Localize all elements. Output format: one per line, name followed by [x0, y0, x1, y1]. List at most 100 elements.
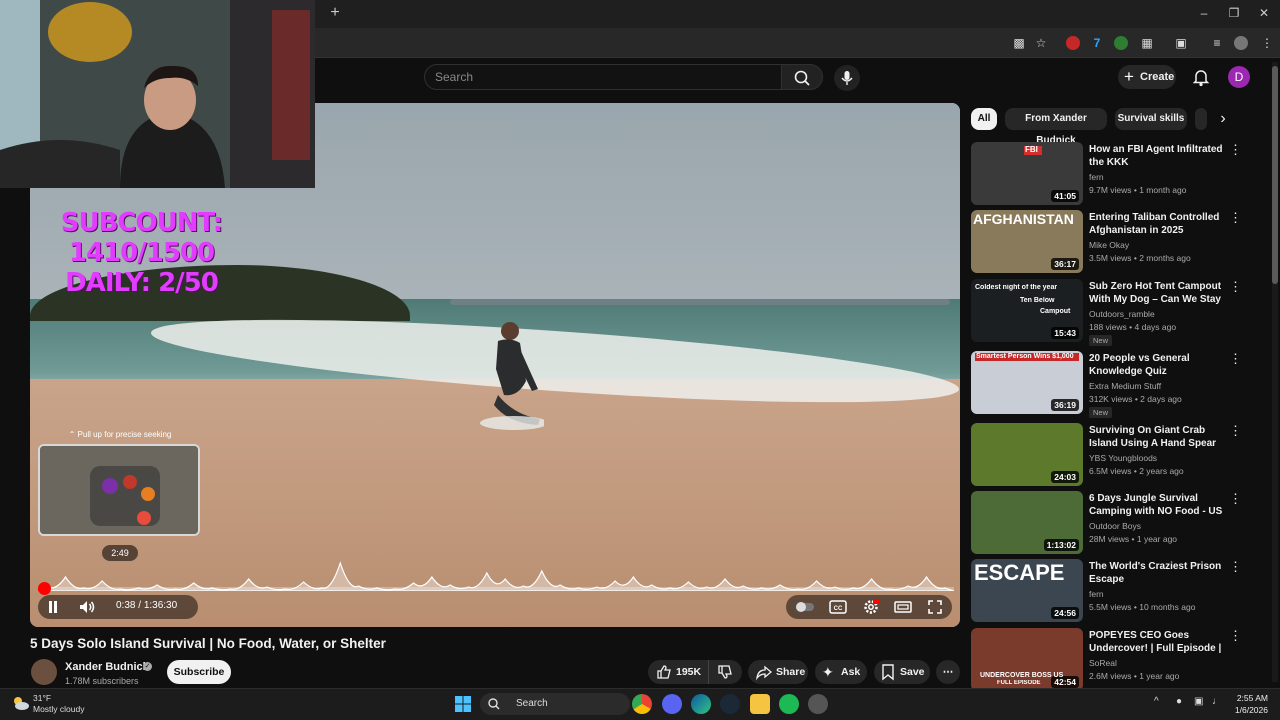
close-icon[interactable]: ✕ [1253, 4, 1275, 22]
spotify-icon[interactable] [779, 694, 799, 714]
app-icon[interactable] [808, 694, 828, 714]
chip-from-channel[interactable]: From Xander Budnick [1005, 108, 1107, 146]
edge-icon[interactable] [691, 694, 711, 714]
rec-more-icon[interactable]: ⋮ [1229, 423, 1242, 439]
file-explorer-icon[interactable] [750, 694, 770, 714]
rec-channel[interactable]: Outdoor Boys [1089, 521, 1141, 531]
minimize-icon[interactable]: – [1193, 4, 1215, 22]
progress-track[interactable] [38, 587, 954, 591]
rec-duration: 24:56 [1051, 607, 1079, 619]
chip-survival-skills[interactable]: Survival skills [1115, 108, 1187, 130]
ask-label: Ask [841, 666, 861, 678]
account-avatar[interactable]: D [1228, 66, 1250, 88]
fullscreen-button[interactable] [925, 597, 945, 617]
display-tray-icon[interactable]: ▣ [1194, 696, 1208, 710]
cast-icon[interactable]: ▩ [1010, 34, 1028, 52]
rec-title[interactable]: POPEYES CEO Goes Undercover! | Full Epis… [1089, 629, 1227, 656]
tray-chevron-up-icon[interactable]: ^ [1154, 696, 1166, 710]
rec-more-icon[interactable]: ⋮ [1229, 210, 1242, 226]
save-label: Save [900, 666, 925, 678]
rec-more-icon[interactable]: ⋮ [1229, 279, 1242, 295]
scrollbar-thumb[interactable] [1272, 66, 1278, 284]
chip-partial[interactable] [1195, 108, 1207, 130]
rec-more-icon[interactable]: ⋮ [1229, 628, 1242, 644]
rec-title[interactable]: Surviving On Giant Crab Island Using A H… [1089, 424, 1227, 450]
chevron-right-icon[interactable]: › [1212, 108, 1234, 130]
thumbs-down-icon [716, 663, 734, 681]
clock-time[interactable]: 2:55 AM [1226, 693, 1268, 703]
extension-blue-icon[interactable]: 7 [1088, 34, 1106, 52]
rec-thumbnail[interactable]: 24:03 [971, 423, 1083, 486]
rec-meta: 3.5M views • 2 months ago [1089, 253, 1191, 263]
weather-temperature: 31°F [33, 693, 52, 703]
rec-more-icon[interactable]: ⋮ [1229, 142, 1242, 158]
time-readout: 0:38 / 1:36:30 [116, 600, 177, 611]
share-arrow-icon [755, 663, 773, 681]
settings-button[interactable] [861, 597, 881, 617]
rec-more-icon[interactable]: ⋮ [1229, 559, 1242, 575]
rec-channel[interactable]: Mike Okay [1089, 240, 1129, 250]
rec-title[interactable]: The World's Craziest Prison Escape [1089, 560, 1227, 586]
extension-red-icon[interactable] [1066, 36, 1080, 50]
rec-title[interactable]: 20 People vs General Knowledge Quiz [1089, 352, 1227, 378]
rec-meta: 6.5M views • 2 years ago [1089, 466, 1184, 476]
subscribe-button[interactable]: Subscribe [167, 660, 231, 684]
discord-icon[interactable] [662, 694, 682, 714]
more-actions-button[interactable]: ⋯ [936, 660, 960, 684]
rec-channel[interactable]: Outdoors_ramble [1089, 309, 1155, 319]
fullscreen-icon [928, 600, 942, 614]
new-tab-plus-icon[interactable]: + [326, 4, 344, 22]
pause-button[interactable] [43, 597, 63, 617]
rec-channel[interactable]: fern [1089, 589, 1104, 599]
subcount-line: SUBCOUNT: 1410/1500 [60, 208, 223, 268]
rec-new-badge: New [1089, 335, 1113, 346]
extension-green-icon[interactable] [1114, 36, 1128, 50]
channel-name[interactable]: Xander Budnick [65, 661, 149, 673]
rec-channel[interactable]: YBS Youngbloods [1089, 453, 1157, 463]
rec-more-icon[interactable]: ⋮ [1229, 351, 1242, 367]
rec-title[interactable]: 6 Days Jungle Survival Camping with NO F… [1089, 492, 1227, 519]
volume-button[interactable] [77, 597, 97, 617]
theater-mode-button[interactable] [893, 597, 913, 617]
search-box[interactable] [424, 64, 782, 90]
search-button[interactable] [781, 64, 823, 90]
restore-icon[interactable]: ❐ [1223, 4, 1245, 22]
rec-channel[interactable]: SoReal [1089, 658, 1117, 668]
profile-icon[interactable] [1234, 36, 1248, 50]
rec-title[interactable]: How an FBI Agent Infiltrated the KKK [1089, 143, 1227, 169]
daily-line: DAILY: 2/50 [65, 268, 219, 298]
chrome-icon[interactable] [632, 694, 652, 714]
volume-tray-icon[interactable]: ♩ [1212, 696, 1226, 710]
rec-thumbnail[interactable]: 1:13:02 [971, 491, 1083, 554]
sidebar-panel-icon[interactable]: ▣ [1172, 34, 1190, 52]
taskbar-search[interactable]: Search [480, 693, 630, 715]
rec-channel[interactable]: fern [1089, 172, 1104, 182]
taskbar-search-icon [487, 697, 501, 711]
volume-icon [80, 601, 95, 613]
extensions-puzzle-icon[interactable]: ▦ [1138, 34, 1156, 52]
chip-all[interactable]: All [971, 108, 997, 130]
channel-avatar[interactable] [31, 659, 57, 685]
tab-search-icon[interactable]: ≡ [1208, 34, 1226, 52]
search-input[interactable] [425, 65, 781, 89]
microphone-tray-icon[interactable]: ● [1176, 696, 1188, 710]
autoplay-toggle-icon [796, 602, 814, 612]
captions-button[interactable]: CC [828, 597, 848, 617]
autoplay-toggle[interactable] [794, 597, 814, 617]
windows-start-icon[interactable] [453, 694, 473, 714]
rec-title[interactable]: Entering Taliban Controlled Afghanistan … [1089, 211, 1227, 237]
steam-icon[interactable] [720, 694, 740, 714]
sparkle-icon: ✦ [822, 664, 834, 680]
rec-title[interactable]: Sub Zero Hot Tent Campout With My Dog – … [1089, 280, 1227, 307]
clock-date[interactable]: 1/6/2026 [1226, 705, 1268, 715]
voice-search-button[interactable] [834, 65, 860, 91]
progress-scrubber[interactable] [38, 582, 51, 595]
bookmark-star-icon[interactable]: ☆ [1032, 34, 1050, 52]
create-plus-icon: + [1124, 67, 1134, 86]
browser-menu-icon[interactable]: ⋮ [1258, 34, 1276, 52]
current-time: 0:38 [116, 600, 136, 611]
rec-channel[interactable]: Extra Medium Stuff [1089, 381, 1161, 391]
weather-cloud-icon[interactable] [10, 694, 30, 712]
notifications-bell-icon[interactable] [1190, 66, 1212, 88]
rec-more-icon[interactable]: ⋮ [1229, 491, 1242, 507]
